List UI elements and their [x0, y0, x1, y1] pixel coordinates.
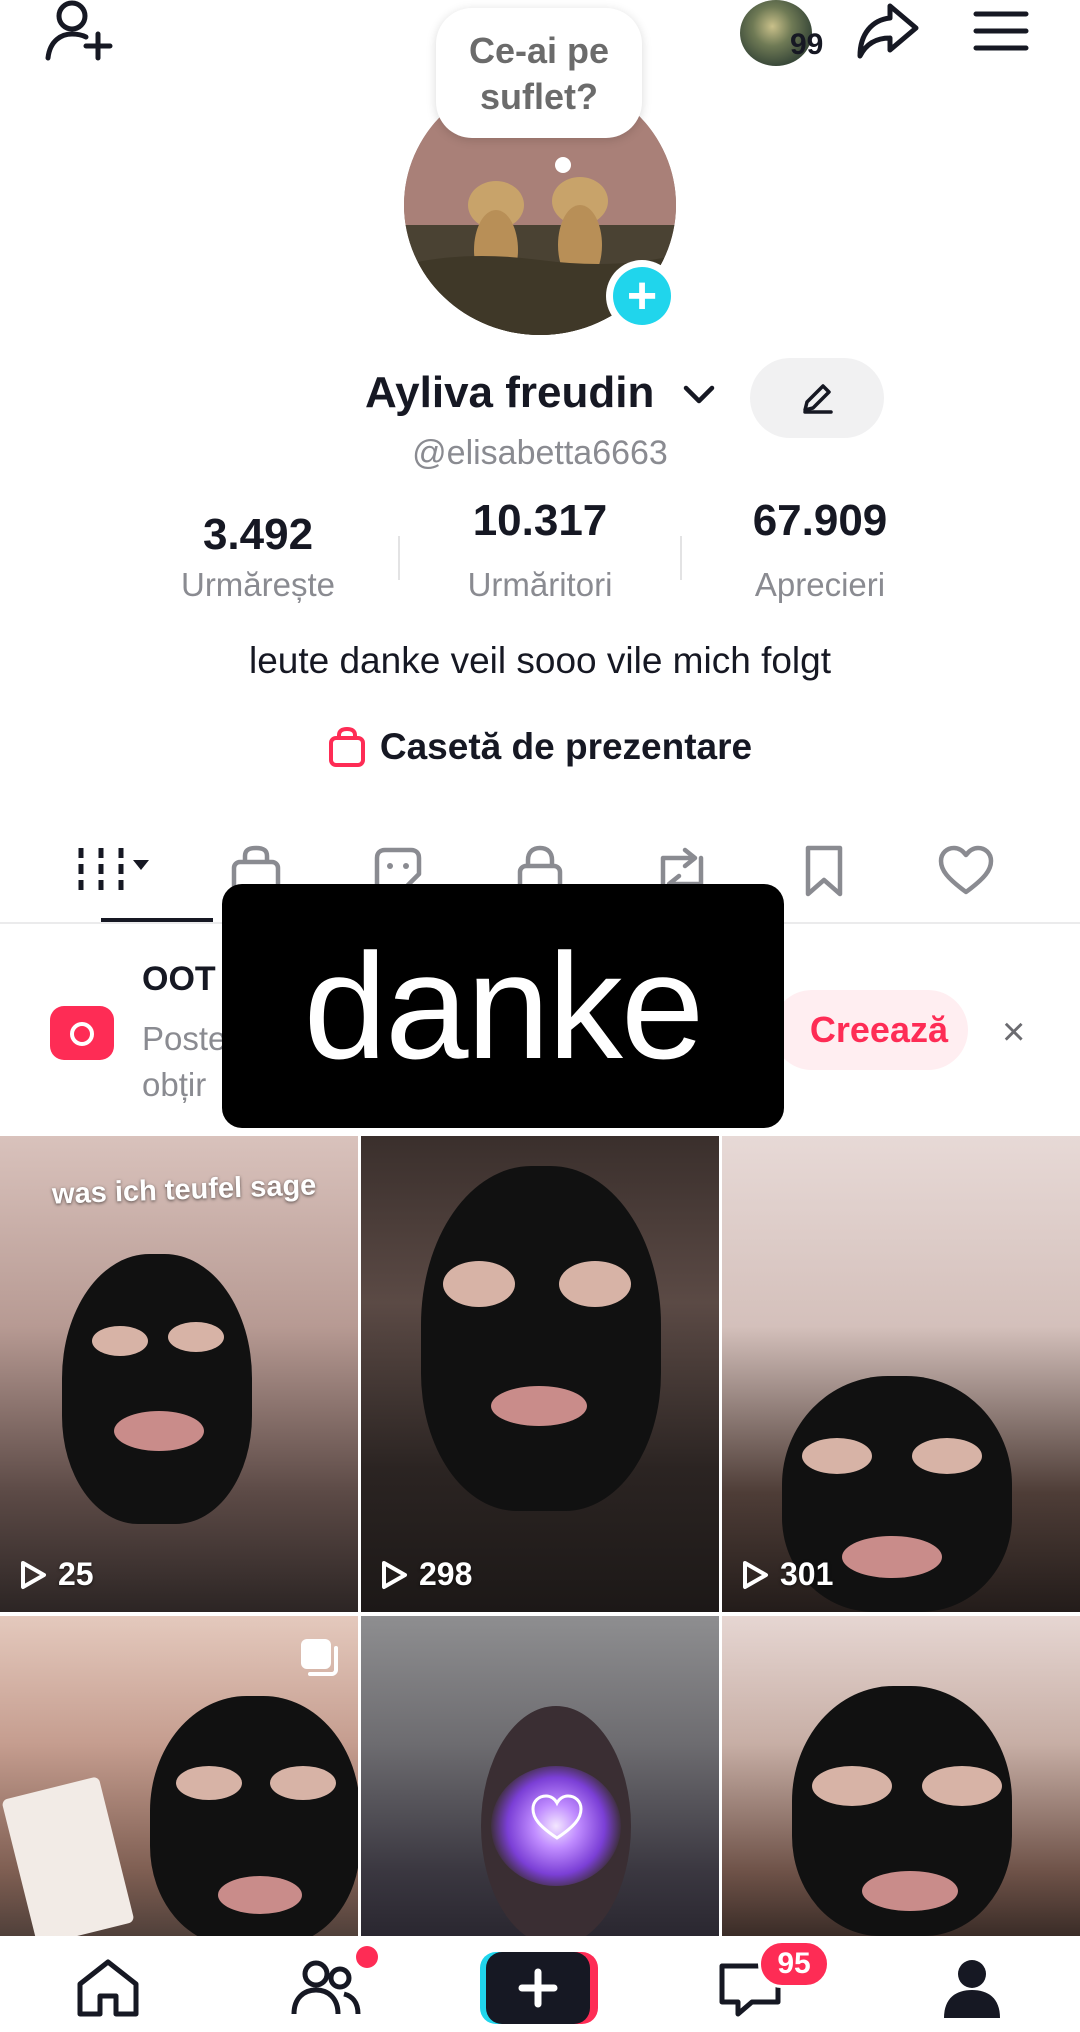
shopping-bag-icon [328, 726, 365, 767]
stat-followers-value: 10.317 [472, 496, 608, 545]
play-icon [382, 1560, 407, 1589]
view-count: 298 [379, 1556, 472, 1593]
banner-title: OOT [142, 960, 216, 998]
stat-likes[interactable]: 67.909 Aprecieri [700, 496, 940, 604]
caption-overlay: danke [222, 884, 784, 1128]
stat-likes-value: 67.909 [752, 496, 888, 545]
view-count-value: 25 [58, 1556, 94, 1592]
friends-notification-dot [356, 1946, 378, 1968]
showcase-link[interactable]: Casetă de prezentare [0, 726, 1080, 768]
nav-home[interactable] [38, 1936, 178, 2032]
video-thumbnail[interactable]: was ich teufel sage 25 [0, 1136, 358, 1612]
add-friend-icon[interactable] [44, 0, 116, 64]
chevron-down-icon[interactable] [682, 380, 716, 410]
stat-following-label: Urmărește [180, 566, 336, 603]
inbox-badge: 95 [758, 1940, 830, 1988]
view-count: 25 [18, 1556, 94, 1593]
pencil-icon [803, 384, 833, 414]
play-icon [743, 1560, 768, 1589]
bubble-tail [555, 157, 571, 173]
friends-icon [291, 1960, 361, 2015]
bookmark-icon [805, 845, 843, 897]
play-icon [21, 1560, 46, 1589]
close-icon[interactable]: × [1002, 1010, 1025, 1055]
note-bubble[interactable]: Ce-ai pe suflet? [436, 8, 642, 138]
profile-icon [944, 1960, 1000, 2018]
video-thumbnail[interactable] [361, 1616, 719, 1936]
profile-name[interactable]: Ayliva freudin [365, 368, 654, 418]
stat-divider [680, 536, 682, 580]
plus-icon: + [613, 267, 671, 325]
video-thumbnail[interactable] [0, 1616, 358, 1936]
video-thumbnail[interactable]: 298 [361, 1136, 719, 1612]
video-caption: was ich teufel sage [51, 1169, 317, 1211]
nav-profile[interactable] [902, 1936, 1042, 2032]
view-count-value: 301 [780, 1556, 834, 1592]
create-post-button[interactable] [480, 1950, 598, 2026]
create-button[interactable]: Creează [772, 990, 968, 1070]
video-thumbnail[interactable]: 301 [722, 1136, 1080, 1612]
heart-effect-icon [531, 1794, 583, 1840]
hamburger-menu-icon[interactable] [972, 8, 1030, 54]
showcase-label: Casetă de prezentare [379, 726, 753, 767]
caption-overlay-text: danke [303, 922, 705, 1090]
video-thumbnail[interactable] [722, 1616, 1080, 1936]
stat-following[interactable]: 3.492 Urmărește [138, 510, 378, 604]
heart-icon [938, 845, 994, 895]
stat-divider [398, 536, 400, 580]
stat-following-value: 3.492 [202, 510, 314, 559]
multi-photo-icon [301, 1639, 338, 1676]
tab-liked[interactable] [895, 820, 1037, 922]
add-story-button[interactable]: + [606, 260, 678, 332]
stat-likes-label: Aprecieri [754, 566, 886, 603]
share-icon[interactable] [854, 0, 922, 62]
view-count-value: 298 [419, 1556, 473, 1592]
profile-bio: leute danke veil sooo vile mich folgt [248, 640, 832, 681]
view-count: 301 [740, 1556, 833, 1593]
tab-videos[interactable] [43, 820, 213, 922]
stat-followers-label: Urmăritori [467, 566, 613, 603]
edit-profile-button[interactable] [750, 358, 884, 438]
home-icon [77, 1959, 139, 2017]
story-count: 99 [790, 28, 824, 61]
grid-icon [78, 848, 149, 894]
camera-icon [50, 1006, 114, 1060]
profile-handle: @elisabetta6663 [412, 434, 668, 472]
stat-followers[interactable]: 10.317 Urmăritori [420, 496, 660, 604]
